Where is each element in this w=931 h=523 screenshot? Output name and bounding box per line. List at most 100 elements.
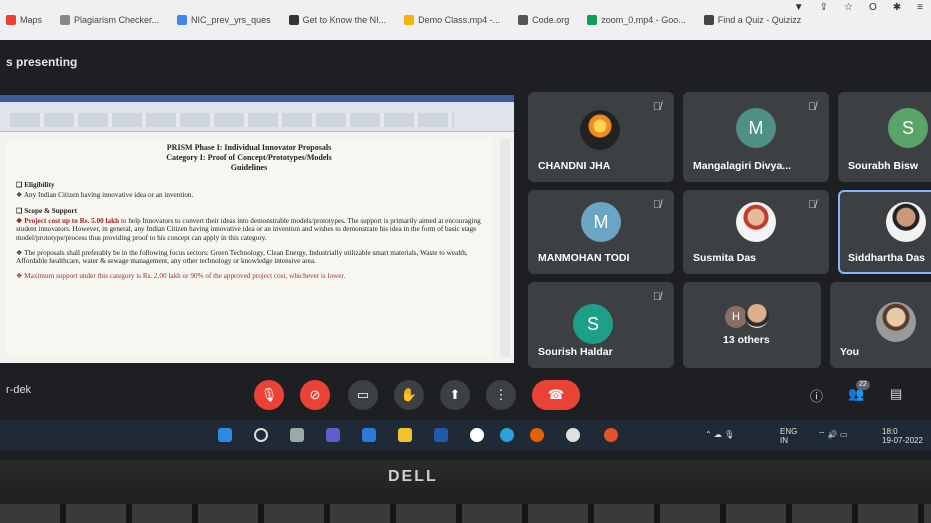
avatar bbox=[886, 202, 926, 242]
participant-name: MANMOHAN TODI bbox=[538, 252, 630, 264]
presenting-label: s presenting bbox=[6, 55, 78, 69]
camera-off-icon: ⊘ bbox=[309, 387, 321, 402]
edge-icon[interactable] bbox=[500, 428, 514, 442]
shared-screen: PRISM Phase I: Individual Innovator Prop… bbox=[0, 95, 514, 363]
share-icon[interactable]: ⇪ bbox=[820, 2, 828, 13]
others-tile[interactable]: H 13 others bbox=[683, 282, 821, 368]
avatar: S bbox=[888, 108, 928, 148]
hand-icon: ✋ bbox=[400, 387, 418, 402]
windows-start-icon[interactable] bbox=[218, 428, 232, 442]
participant-tile[interactable]: S 🎙̸ Sourish Haldar bbox=[528, 282, 674, 368]
chat-icon: ▤ bbox=[890, 386, 903, 401]
file-explorer-icon[interactable] bbox=[398, 428, 412, 442]
more-options-button[interactable]: ⋮ bbox=[486, 380, 516, 410]
task-view-icon[interactable] bbox=[290, 428, 304, 442]
avatar: M bbox=[581, 202, 621, 242]
mic-off-button[interactable]: 🎙 bbox=[254, 380, 284, 410]
people-count-badge: 22 bbox=[856, 380, 870, 390]
scope-heading: ❑ Scope & Support bbox=[16, 207, 77, 216]
laptop-bezel: DELL bbox=[0, 460, 931, 523]
mic-off-icon: 🎙 bbox=[260, 387, 278, 402]
bookmark-quizizz[interactable]: Find a Quiz - Quizizz bbox=[703, 15, 801, 25]
bookmarks-bar: Maps Plagiarism Checker... NIC_prev_yrs_… bbox=[0, 0, 931, 40]
bookmark-plagiarism-checker[interactable]: Plagiarism Checker... bbox=[60, 15, 159, 25]
participant-tile[interactable]: S Sourabh Bisw bbox=[838, 92, 931, 182]
chat-button[interactable]: ▤ bbox=[890, 386, 902, 402]
eligibility-heading: ❑ Eligibility bbox=[16, 181, 55, 189]
raise-hand-button[interactable]: ✋ bbox=[394, 380, 424, 410]
avatar bbox=[736, 202, 776, 242]
clock[interactable]: 18:0 19-07-2022 bbox=[882, 427, 923, 445]
avatar: H bbox=[725, 306, 747, 328]
bookmark-code-org[interactable]: Code.org bbox=[518, 15, 569, 25]
eligibility-text: ❖ Any Indian Citizen having innovative i… bbox=[16, 190, 194, 199]
bookmark-nic-prev-yrs[interactable]: NIC_prev_yrs_ques bbox=[177, 15, 271, 25]
meet-window: s presenting PRISM Phase I: Individual I… bbox=[0, 40, 931, 460]
code-icon bbox=[518, 15, 529, 25]
language-indicator[interactable]: ENG IN bbox=[780, 427, 797, 445]
chrome-icon[interactable] bbox=[566, 428, 580, 442]
sectors-paragraph: ❖ The proposals shall preferably be in t… bbox=[16, 248, 468, 266]
mic-off-icon: 🎙̸ bbox=[807, 199, 817, 211]
star-icon[interactable]: ☆ bbox=[844, 2, 853, 13]
avatar bbox=[580, 110, 620, 150]
dell-app-icon[interactable] bbox=[470, 428, 484, 442]
bookmark-demo-class[interactable]: Demo Class.mp4 -... bbox=[404, 15, 500, 25]
quiz-icon bbox=[703, 15, 714, 25]
scope-paragraph: ❖ Project cost up to Rs. 5.00 lakh to he… bbox=[16, 216, 481, 242]
mic-off-icon: 🎙̸ bbox=[807, 101, 817, 113]
search-icon[interactable] bbox=[254, 428, 268, 442]
camera-off-button[interactable]: ⊘ bbox=[300, 380, 330, 410]
self-tile[interactable]: You bbox=[830, 282, 931, 368]
document-page: PRISM Phase I: Individual Innovator Prop… bbox=[6, 139, 492, 357]
extensions-icon[interactable]: ✱ bbox=[893, 2, 901, 13]
doc-title-3: Guidelines bbox=[230, 163, 268, 172]
more-vert-icon: ⋮ bbox=[494, 387, 508, 402]
participant-tile[interactable]: 🎙̸ CHANDNI JHA bbox=[528, 92, 674, 182]
extension-icons: ▼ ⇪ ☆ O ✱ ≡ bbox=[794, 2, 923, 13]
drive-icon bbox=[587, 15, 598, 25]
download-icon[interactable]: ▼ bbox=[794, 2, 804, 13]
tray-chevron-icon[interactable]: ⌃ ☁ 🎙 bbox=[705, 430, 734, 439]
keyboard-row bbox=[0, 504, 931, 523]
maps-icon bbox=[6, 15, 16, 25]
firefox-icon[interactable] bbox=[530, 428, 544, 442]
participant-tile[interactable]: 🎙̸ Susmita Das bbox=[683, 190, 829, 274]
present-icon: ⬆ bbox=[449, 387, 461, 402]
leave-call-button[interactable]: ☎ bbox=[532, 380, 580, 410]
opera-icon[interactable]: O bbox=[869, 2, 877, 13]
drive-icon bbox=[177, 15, 188, 25]
document-scrollbar[interactable] bbox=[500, 139, 510, 357]
participant-name: Susmita Das bbox=[693, 252, 757, 264]
avatar: S bbox=[573, 304, 613, 344]
word-ribbon bbox=[0, 95, 514, 132]
captions-icon: ▭ bbox=[356, 387, 370, 402]
mail-icon[interactable] bbox=[362, 428, 376, 442]
participant-tile[interactable]: M 🎙̸ Mangalagiri Divya... bbox=[683, 92, 829, 182]
meet-controls: 🎙 ⊘ ▭ ✋ ⬆ ⋮ ☎ ⓘ 👥 22 ▤ bbox=[0, 380, 931, 410]
others-count: 13 others bbox=[723, 334, 770, 346]
doc-title-1: PRISM Phase I: Individual Innovator Prop… bbox=[166, 143, 332, 152]
participant-tile-active-speaker[interactable]: Siddhartha Das bbox=[838, 190, 931, 274]
bookmark-maps[interactable]: Maps bbox=[6, 15, 42, 25]
participant-tile[interactable]: M 🎙̸ MANMOHAN TODI bbox=[528, 190, 674, 274]
dell-logo: DELL bbox=[388, 468, 438, 485]
captions-button[interactable]: ▭ bbox=[348, 380, 378, 410]
participant-name: Siddhartha Das bbox=[848, 252, 926, 264]
mic-off-icon: 🎙̸ bbox=[652, 101, 662, 113]
store-icon[interactable] bbox=[434, 428, 448, 442]
participant-name: Sourabh Bisw bbox=[848, 160, 919, 172]
present-button[interactable]: ⬆ bbox=[440, 380, 470, 410]
max-support-paragraph: ❖ Maximum support under this category is… bbox=[16, 271, 346, 280]
wifi-volume-battery-icons[interactable]: ⌔ 🔊 ▭ bbox=[818, 430, 848, 439]
bookmark-get-to-know[interactable]: Get to Know the NI... bbox=[288, 15, 386, 25]
participant-name: Mangalagiri Divya... bbox=[693, 160, 792, 172]
menu-icon[interactable]: ≡ bbox=[917, 2, 923, 13]
people-button[interactable]: 👥 22 bbox=[848, 380, 870, 402]
avatar: M bbox=[736, 108, 776, 148]
avatar bbox=[745, 304, 769, 328]
app-icon[interactable] bbox=[604, 428, 618, 442]
teams-icon[interactable] bbox=[326, 428, 340, 442]
bookmark-zoom-video[interactable]: zoom_0.mp4 - Goo... bbox=[587, 15, 686, 25]
info-button[interactable]: ⓘ bbox=[810, 386, 823, 405]
